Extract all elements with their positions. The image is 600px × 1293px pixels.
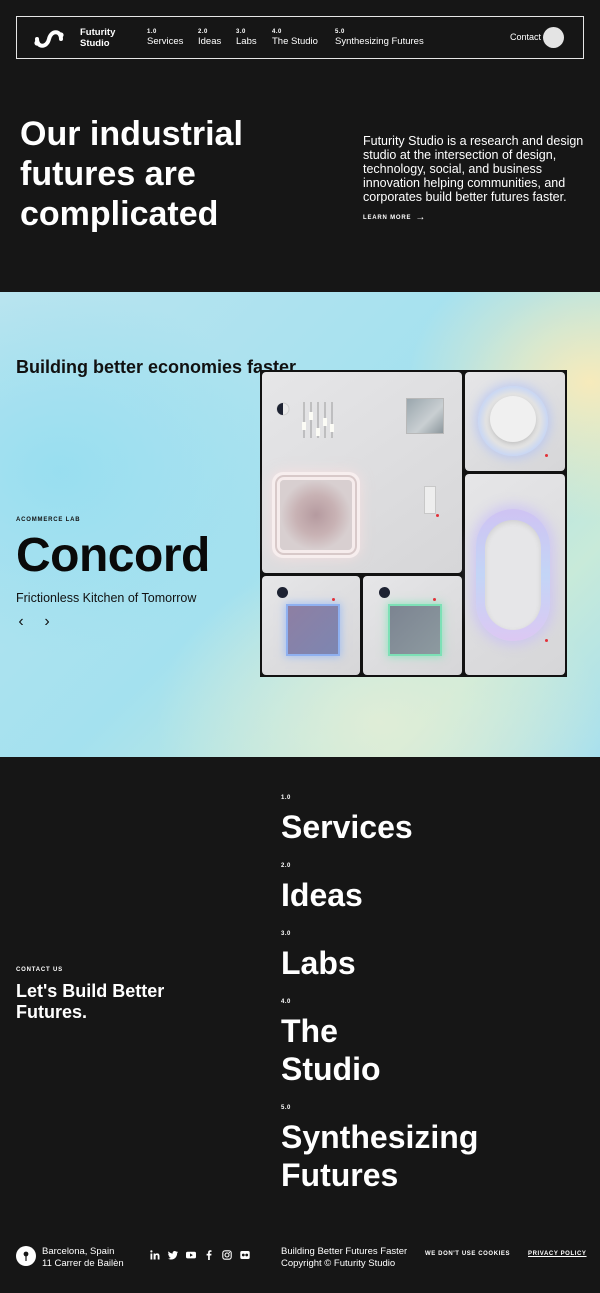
induction-zone-square [280, 480, 352, 550]
footer-section: CONTACT US Let's Build Better Futures. 1… [0, 757, 600, 1293]
menu-label: Ideas [281, 877, 363, 913]
privacy-policy-link[interactable]: PRIVACY POLICY [528, 1251, 587, 1257]
nav-item-services[interactable]: 1.0 Services [147, 28, 183, 48]
nav-label: The Studio [272, 36, 318, 47]
sliders-icon [302, 402, 334, 438]
nav-number: 2.0 [198, 29, 208, 35]
prev-arrow-icon[interactable]: ‹ [14, 613, 28, 631]
control-panel-green [363, 576, 462, 675]
cookies-notice[interactable]: WE DON'T USE COOKIES [425, 1251, 510, 1257]
footer-menu-services[interactable]: 1.0 Services [281, 794, 521, 846]
menu-number: 2.0 [281, 863, 291, 869]
logo-icon[interactable] [33, 26, 65, 52]
footer-copy: Building Better Futures Faster Copyright… [281, 1246, 407, 1270]
hero-title: Our industrial futures are complicated [20, 115, 243, 233]
address: Barcelona, Spain 11 Carrer de Bailèn [42, 1246, 124, 1270]
oval-cooking-zone [485, 520, 541, 630]
indicator-light [436, 514, 439, 517]
dial-dot [379, 587, 390, 598]
nav-label: Services [147, 36, 184, 47]
contact-circle-button[interactable] [543, 27, 564, 48]
control-panel-tall [465, 474, 565, 675]
nav-item-synthesizing-futures[interactable]: 5.0 Synthesizing Futures [335, 28, 424, 48]
menu-number: 1.0 [281, 795, 291, 801]
nav-number: 4.0 [272, 29, 282, 35]
hero-section: Futurity Studio 1.0 Services 2.0 Ideas 3… [0, 0, 600, 292]
nav-label: Ideas [198, 36, 222, 47]
footer-menu-ideas[interactable]: 2.0 Ideas [281, 862, 521, 914]
facebook-icon[interactable] [204, 1250, 214, 1260]
brand-line-2: Studio [80, 38, 110, 49]
footer-menu-the-studio[interactable]: 4.0 The Studio [281, 998, 401, 1088]
menu-label: Services [281, 809, 413, 845]
project-showcase: Building better economies faster ACOMMER… [0, 292, 600, 757]
menu-number: 5.0 [281, 1105, 291, 1111]
burner-knob [490, 396, 536, 442]
blue-zone [288, 606, 338, 654]
control-panel-large [262, 372, 462, 573]
learn-more-label: LEARN MORE [363, 214, 412, 221]
nav-label: Labs [236, 36, 257, 47]
project-subtitle: Frictionless Kitchen of Tomorrow [16, 591, 197, 605]
control-panel-blue [262, 576, 360, 675]
nav-number: 1.0 [147, 29, 157, 35]
indicator-light [332, 598, 335, 601]
menu-number: 3.0 [281, 931, 291, 937]
menu-label: Labs [281, 945, 356, 981]
nav-number: 3.0 [236, 29, 246, 35]
nav-item-the-studio[interactable]: 4.0 The Studio [272, 28, 318, 48]
social-links [150, 1250, 250, 1260]
address-street: 11 Carrer de Bailèn [42, 1258, 124, 1269]
hero-description: Futurity Studio is a research and design… [363, 134, 584, 204]
nav-item-ideas[interactable]: 2.0 Ideas [198, 28, 221, 48]
location-pin-icon [16, 1246, 36, 1266]
instagram-icon[interactable] [222, 1250, 232, 1260]
display-screen [406, 398, 444, 434]
contact-link[interactable]: Contact [510, 32, 541, 42]
footer-menu-labs[interactable]: 3.0 Labs [281, 930, 521, 982]
arrow-right-icon: → [415, 212, 426, 223]
twitter-icon[interactable] [168, 1250, 178, 1260]
green-zone [390, 606, 440, 654]
flickr-icon[interactable] [240, 1250, 250, 1260]
address-city: Barcelona, Spain [42, 1246, 115, 1257]
footer-menu-synthesizing-futures[interactable]: 5.0 Synthesizing Futures [281, 1104, 521, 1194]
next-arrow-icon[interactable]: › [40, 613, 54, 631]
indicator-light [545, 639, 548, 642]
showcase-heading: Building better economies faster [16, 357, 297, 377]
brand-name[interactable]: Futurity Studio [80, 27, 115, 49]
menu-label: The Studio [281, 1013, 381, 1087]
contact-us-label: CONTACT US [16, 967, 63, 973]
footer-tagline: Building Better Futures Faster [281, 1246, 408, 1257]
top-nav: Futurity Studio 1.0 Services 2.0 Ideas 3… [16, 16, 584, 59]
power-switch [424, 486, 436, 514]
nav-number: 5.0 [335, 29, 345, 35]
copyright: Copyright © Futurity Studio [281, 1258, 396, 1269]
control-panel-round [465, 372, 565, 471]
contact-cta[interactable]: Let's Build Better Futures. [16, 981, 216, 1023]
project-title[interactable]: Concord [16, 528, 210, 583]
indicator-light [433, 598, 436, 601]
nav-label: Synthesizing Futures [335, 36, 424, 47]
nav-item-labs[interactable]: 3.0 Labs [236, 28, 257, 48]
product-image [260, 370, 567, 677]
half-moon-icon [276, 402, 290, 416]
lab-label: ACOMMERCE LAB [16, 517, 81, 523]
youtube-icon[interactable] [186, 1250, 196, 1260]
dial-dot [277, 587, 288, 598]
menu-label: Synthesizing Futures [281, 1119, 479, 1193]
brand-line-1: Futurity [80, 27, 116, 38]
menu-number: 4.0 [281, 999, 291, 1005]
indicator-light [545, 454, 548, 457]
linkedin-icon[interactable] [150, 1250, 160, 1260]
learn-more-link[interactable]: LEARN MORE → [363, 212, 425, 223]
